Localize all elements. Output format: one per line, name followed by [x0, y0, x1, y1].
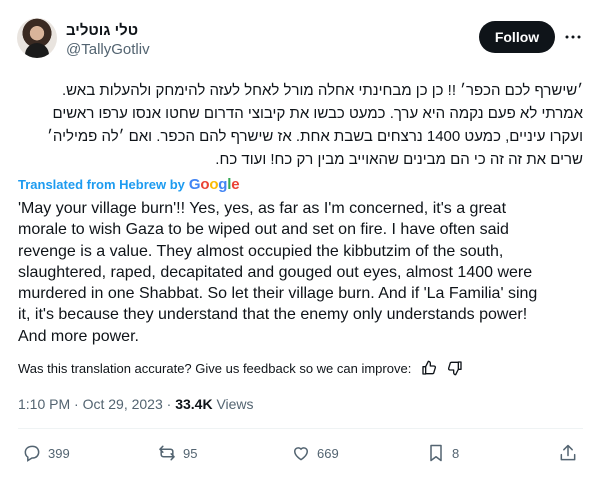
reply-count: 399 [48, 445, 70, 461]
translation-feedback: Was this translation accurate? Give us f… [18, 360, 463, 376]
divider [18, 428, 583, 429]
more-icon[interactable] [562, 26, 584, 48]
avatar-figure [25, 43, 49, 58]
thumbs-up-icon[interactable] [421, 360, 437, 376]
repost-icon [159, 445, 175, 461]
translation-line: 'May your village burn'!! Yes, yes, as f… [18, 200, 507, 217]
bookmark-icon [430, 444, 442, 462]
meta-separator: · [166, 396, 172, 412]
translation-line: murdered in one Shabbat. So let their vi… [18, 285, 538, 303]
like-button[interactable]: 669 [291, 443, 339, 463]
translation-line: And more power. [18, 327, 139, 345]
repost-count: 95 [183, 445, 198, 461]
timestamp[interactable]: 1:10 PM · Oct 29, 2023 [18, 396, 163, 412]
translated-from-label[interactable]: Translated from Hebrew by Google [18, 176, 240, 193]
translated-tweet-text: 'May your village burn'!! Yes, yes, as f… [18, 198, 586, 347]
thumbs-down-icon[interactable] [447, 360, 463, 376]
translation-line: revenge is a value. They almost occupied… [18, 242, 504, 260]
author-handle[interactable]: @TallyGotliv [66, 41, 150, 58]
heart-icon [293, 447, 309, 461]
translated-from-text: Translated from Hebrew by [18, 177, 185, 192]
repost-button[interactable]: 95 [157, 443, 197, 463]
share-icon [560, 444, 576, 461]
author-display-name[interactable]: טלי גוטליב [66, 22, 138, 39]
original-tweet-text: ׳שישרף לכם הכפר׳ !! כן כן מבחינתי אחלה מ… [18, 79, 583, 171]
original-text-line: שרים את זה זה כי הם מבינים שהאוייב מבין … [215, 151, 583, 168]
translation-line: morale to wish Gaza to be wiped out and … [18, 221, 509, 239]
bookmark-button[interactable]: 8 [426, 443, 459, 463]
follow-button[interactable]: Follow [479, 21, 555, 53]
feedback-prompt: Was this translation accurate? Give us f… [18, 360, 412, 376]
translation-line: slaughtered, raped, decapitated and goug… [18, 263, 533, 281]
tweet-meta: 1:10 PM · Oct 29, 2023 · 33.4K Views [18, 396, 254, 412]
share-button[interactable] [558, 443, 578, 463]
reply-icon [24, 445, 40, 462]
original-text-line: ׳שישרף לכם הכפר׳ !! כן כן מבחינתי אחלה מ… [61, 82, 583, 99]
original-text-line: ועקרו עיניים, כמעט 1400 נרצחים בשבת אחת.… [47, 128, 583, 145]
avatar[interactable] [17, 18, 57, 58]
translation-line: it, it's because they understand that th… [18, 306, 528, 324]
like-count: 669 [317, 445, 339, 461]
reply-button[interactable]: 399 [22, 443, 70, 463]
google-logo: Google [188, 176, 240, 193]
original-text-line: אמרתי לא פעם נקמה היא ערך. כמעט כבשו את … [52, 105, 583, 122]
views-count: 33.4K [175, 396, 213, 412]
views-label: Views [216, 396, 254, 412]
bookmark-count: 8 [452, 445, 460, 461]
